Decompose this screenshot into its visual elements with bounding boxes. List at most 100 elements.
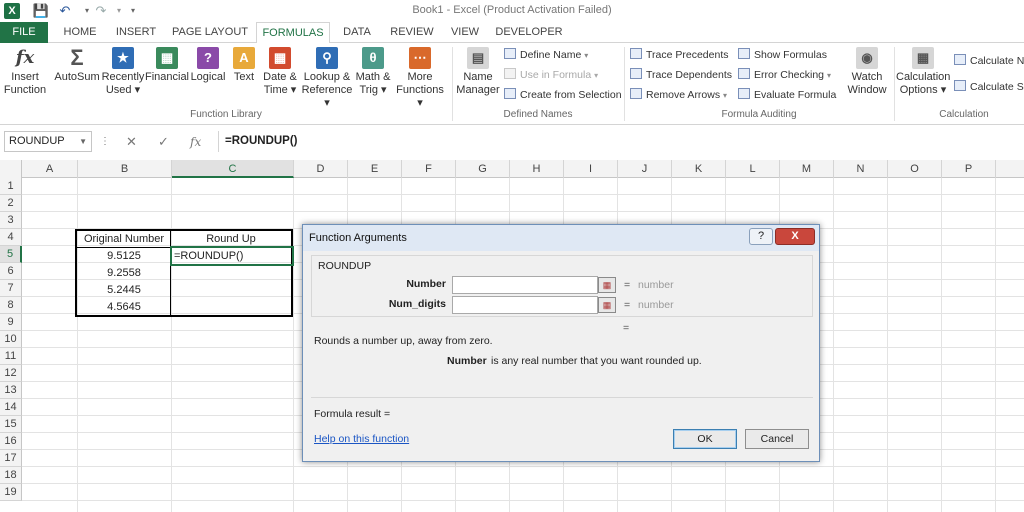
- evaluate-formula-button[interactable]: Evaluate Formula: [738, 87, 836, 103]
- column-header-d[interactable]: D: [294, 160, 348, 178]
- row-header-8[interactable]: 8: [0, 297, 22, 314]
- name-box[interactable]: ROUNDUP ▼: [4, 131, 92, 152]
- row-header-18[interactable]: 18: [0, 467, 22, 484]
- column-header-i[interactable]: I: [564, 160, 618, 178]
- autosum-button[interactable]: Σ AutoSum: [54, 47, 100, 84]
- column-header-b[interactable]: B: [78, 160, 172, 178]
- arg-number-equals: =: [624, 279, 631, 291]
- column-header-h[interactable]: H: [510, 160, 564, 178]
- column-header-c[interactable]: C: [172, 160, 294, 178]
- row-header-7[interactable]: 7: [0, 280, 22, 297]
- row-header-14[interactable]: 14: [0, 399, 22, 416]
- help-on-function-link[interactable]: Help on this function: [314, 433, 409, 445]
- more-functions-icon: ⋯: [409, 47, 431, 69]
- lookup-reference-label-2: Reference ▾: [301, 84, 353, 109]
- column-header-a[interactable]: A: [22, 160, 78, 178]
- remove-arrows-icon: [630, 88, 642, 99]
- tab-review[interactable]: REVIEW: [386, 22, 438, 43]
- row-header-15[interactable]: 15: [0, 416, 22, 433]
- select-all-corner[interactable]: [0, 160, 22, 178]
- cancel-entry-icon[interactable]: ✕: [126, 134, 137, 150]
- ok-button[interactable]: OK: [673, 429, 737, 449]
- recently-used-button[interactable]: ★ Recently Used ▾: [100, 47, 146, 97]
- arg-number-label: Number: [406, 278, 446, 290]
- error-checking-button[interactable]: Error Checking ▾: [738, 67, 831, 83]
- insert-function-fx-icon[interactable]: fx: [190, 134, 201, 150]
- row-header-16[interactable]: 16: [0, 433, 22, 450]
- column-header-e[interactable]: E: [348, 160, 402, 178]
- column-header-n[interactable]: N: [834, 160, 888, 178]
- show-formulas-button[interactable]: Show Formulas: [738, 47, 827, 63]
- arg-num-digits-input[interactable]: [452, 296, 598, 314]
- row-header-10[interactable]: 10: [0, 331, 22, 348]
- enter-entry-icon[interactable]: ✓: [158, 134, 169, 150]
- calculate-sheet-button[interactable]: Calculate Sheet: [954, 79, 1024, 95]
- tab-file[interactable]: FILE: [0, 22, 48, 43]
- financial-button[interactable]: ▦ Financial: [144, 47, 190, 84]
- text-button[interactable]: A Text: [228, 47, 260, 84]
- tab-formulas[interactable]: FORMULAS: [256, 22, 330, 44]
- math-trig-button[interactable]: θ Math & Trig ▾: [352, 47, 394, 97]
- column-header-j[interactable]: J: [618, 160, 672, 178]
- error-checking-dropdown-icon[interactable]: ▾: [827, 71, 831, 80]
- row-header-13[interactable]: 13: [0, 382, 22, 399]
- autosum-label: AutoSum: [54, 71, 100, 83]
- row-header-11[interactable]: 11: [0, 348, 22, 365]
- use-in-formula-dropdown-icon: ▾: [594, 71, 599, 80]
- logical-button[interactable]: ? Logical: [186, 47, 230, 84]
- trace-precedents-button[interactable]: Trace Precedents: [630, 47, 728, 63]
- create-from-selection-button[interactable]: Create from Selection: [504, 87, 622, 103]
- formula-input[interactable]: =ROUNDUP(): [218, 131, 1024, 152]
- row-header-17[interactable]: 17: [0, 450, 22, 467]
- tab-insert[interactable]: INSERT: [110, 22, 162, 43]
- tab-page-layout[interactable]: PAGE LAYOUT: [170, 22, 250, 43]
- tab-data[interactable]: DATA: [336, 22, 378, 43]
- dialog-help-button[interactable]: ?: [749, 228, 773, 245]
- column-header-p[interactable]: P: [942, 160, 996, 178]
- name-manager-button[interactable]: ▤ Name Manager: [456, 47, 500, 97]
- lookup-reference-button[interactable]: ⚲ Lookup & Reference ▾: [298, 47, 356, 110]
- date-time-button[interactable]: ▦ Date & Time ▾: [258, 47, 302, 97]
- calculate-now-button[interactable]: Calculate Now: [954, 53, 1024, 69]
- evaluate-formula-label: Evaluate Formula: [754, 89, 837, 101]
- row-header-1[interactable]: 1: [0, 178, 22, 195]
- math-trig-label-1: Math &: [355, 71, 391, 83]
- collapse-dialog-icon[interactable]: ▦: [598, 297, 616, 313]
- more-functions-button[interactable]: ⋯ More Functions ▾: [392, 47, 448, 110]
- column-header-m[interactable]: M: [780, 160, 834, 178]
- row-header-9[interactable]: 9: [0, 314, 22, 331]
- row-header-19[interactable]: 19: [0, 484, 22, 501]
- create-from-selection-label: Create from Selection: [520, 89, 622, 101]
- arg-num-digits-label: Num_digits: [388, 298, 446, 310]
- dialog-close-button[interactable]: X: [775, 228, 815, 245]
- name-box-dropdown-icon[interactable]: ▼: [79, 132, 87, 151]
- binoculars-icon: ◉: [856, 47, 878, 69]
- remove-arrows-dropdown-icon[interactable]: ▾: [723, 91, 727, 100]
- watch-window-button[interactable]: ◉ Watch Window: [844, 47, 890, 97]
- row-header-2[interactable]: 2: [0, 195, 22, 212]
- column-header-o[interactable]: O: [888, 160, 942, 178]
- column-header-l[interactable]: L: [726, 160, 780, 178]
- create-from-selection-icon: [504, 88, 516, 99]
- column-header-k[interactable]: K: [672, 160, 726, 178]
- tab-home[interactable]: HOME: [56, 22, 104, 43]
- row-header-3[interactable]: 3: [0, 212, 22, 229]
- dialog-title: Function Arguments: [303, 225, 819, 251]
- insert-function-button[interactable]: fx Insert Function: [2, 47, 48, 97]
- tab-developer[interactable]: DEVELOPER: [494, 22, 564, 43]
- cancel-button[interactable]: Cancel: [745, 429, 809, 449]
- column-header-g[interactable]: G: [456, 160, 510, 178]
- column-header-f[interactable]: F: [402, 160, 456, 178]
- tab-view[interactable]: VIEW: [444, 22, 486, 43]
- remove-arrows-button[interactable]: Remove Arrows ▾: [630, 87, 727, 103]
- calculation-options-button[interactable]: ▦ Calculation Options ▾: [896, 47, 950, 97]
- row-header-12[interactable]: 12: [0, 365, 22, 382]
- define-name-dropdown-icon[interactable]: ▾: [584, 51, 588, 60]
- trace-dependents-button[interactable]: Trace Dependents: [630, 67, 732, 83]
- define-name-button[interactable]: Define Name ▾: [504, 47, 588, 63]
- row-header-4[interactable]: 4: [0, 229, 22, 246]
- row-header-6[interactable]: 6: [0, 263, 22, 280]
- arg-number-input[interactable]: [452, 276, 598, 294]
- collapse-dialog-icon[interactable]: ▦: [598, 277, 616, 293]
- row-header-5[interactable]: 5: [0, 246, 22, 263]
